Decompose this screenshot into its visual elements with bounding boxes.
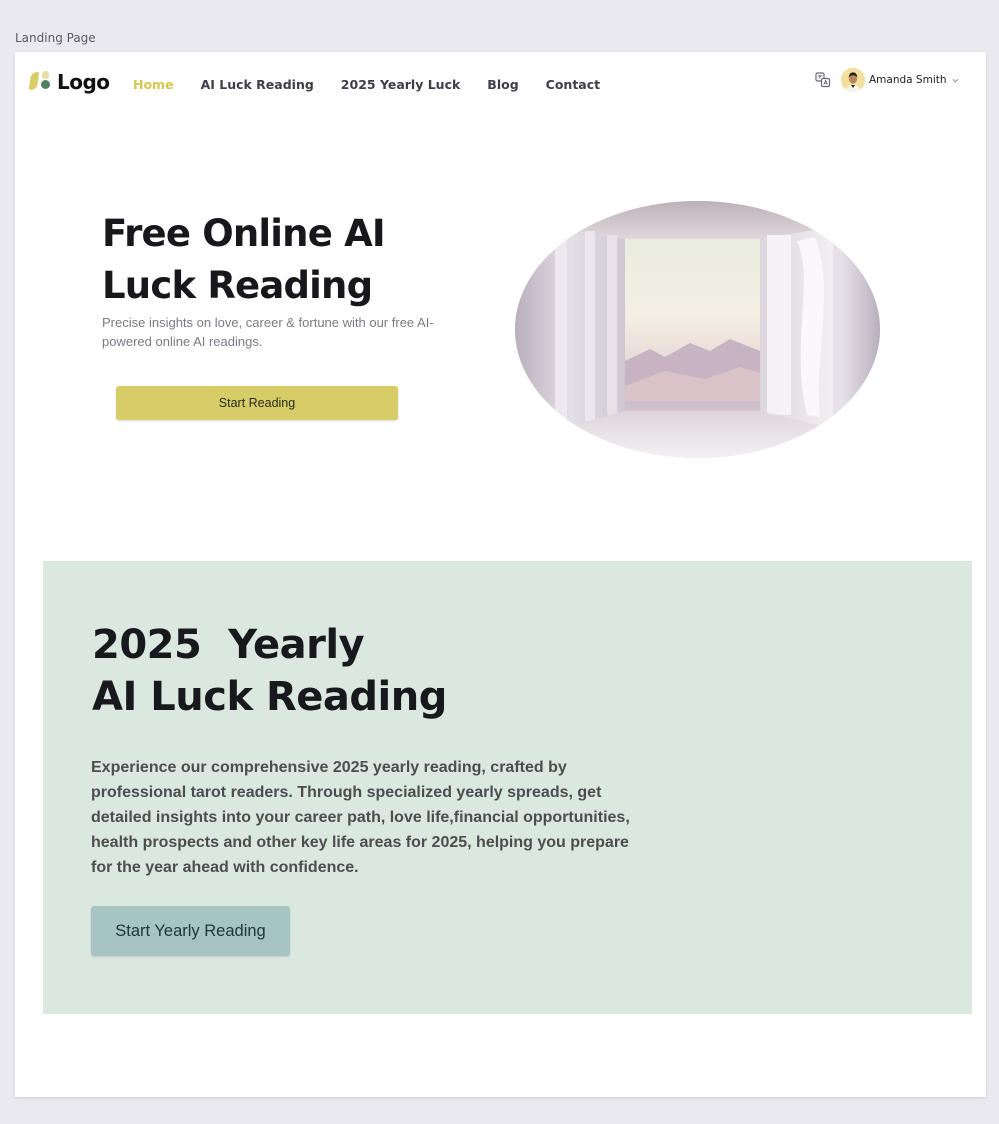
logo-text: Logo (57, 70, 110, 94)
nav-blog[interactable]: Blog (487, 77, 518, 92)
nav-2025-yearly-luck[interactable]: 2025 Yearly Luck (341, 77, 461, 92)
nav-home[interactable]: Home (133, 77, 174, 92)
frame-label: Landing Page (15, 31, 96, 45)
chevron-down-icon (952, 78, 959, 82)
yearly-description: Experience our comprehensive 2025 yearly… (91, 759, 630, 876)
translate-icon[interactable] (815, 72, 831, 88)
nav-ai-luck-reading[interactable]: AI Luck Reading (201, 77, 314, 92)
nav-contact[interactable]: Contact (546, 77, 600, 92)
hero-title: Free Online AI Luck Reading (102, 212, 386, 307)
logo[interactable]: Logo (28, 70, 110, 94)
landing-page: Logo Home AI Luck Reading 2025 Yearly Lu… (15, 52, 986, 1097)
start-yearly-reading-button[interactable]: Start Yearly Reading (91, 906, 290, 956)
user-name: Amanda Smith (869, 74, 947, 86)
hero-subtitle: Precise insights on love, career & fortu… (102, 315, 434, 349)
yearly-reading-section: 2025 Yearly AI Luck Reading Experience o… (43, 561, 972, 1014)
yearly-title-line-2: AI Luck Reading (92, 674, 447, 720)
start-reading-button[interactable]: Start Reading (116, 386, 398, 420)
avatar (841, 68, 865, 92)
user-menu[interactable]: Amanda Smith (841, 68, 960, 92)
hero-image (515, 201, 880, 458)
yearly-title: 2025 Yearly AI Luck Reading (92, 619, 447, 723)
yearly-title-line-1: 2025 Yearly (92, 622, 365, 668)
main-nav: Home AI Luck Reading 2025 Yearly Luck Bl… (133, 77, 627, 92)
logo-icon (28, 71, 52, 93)
